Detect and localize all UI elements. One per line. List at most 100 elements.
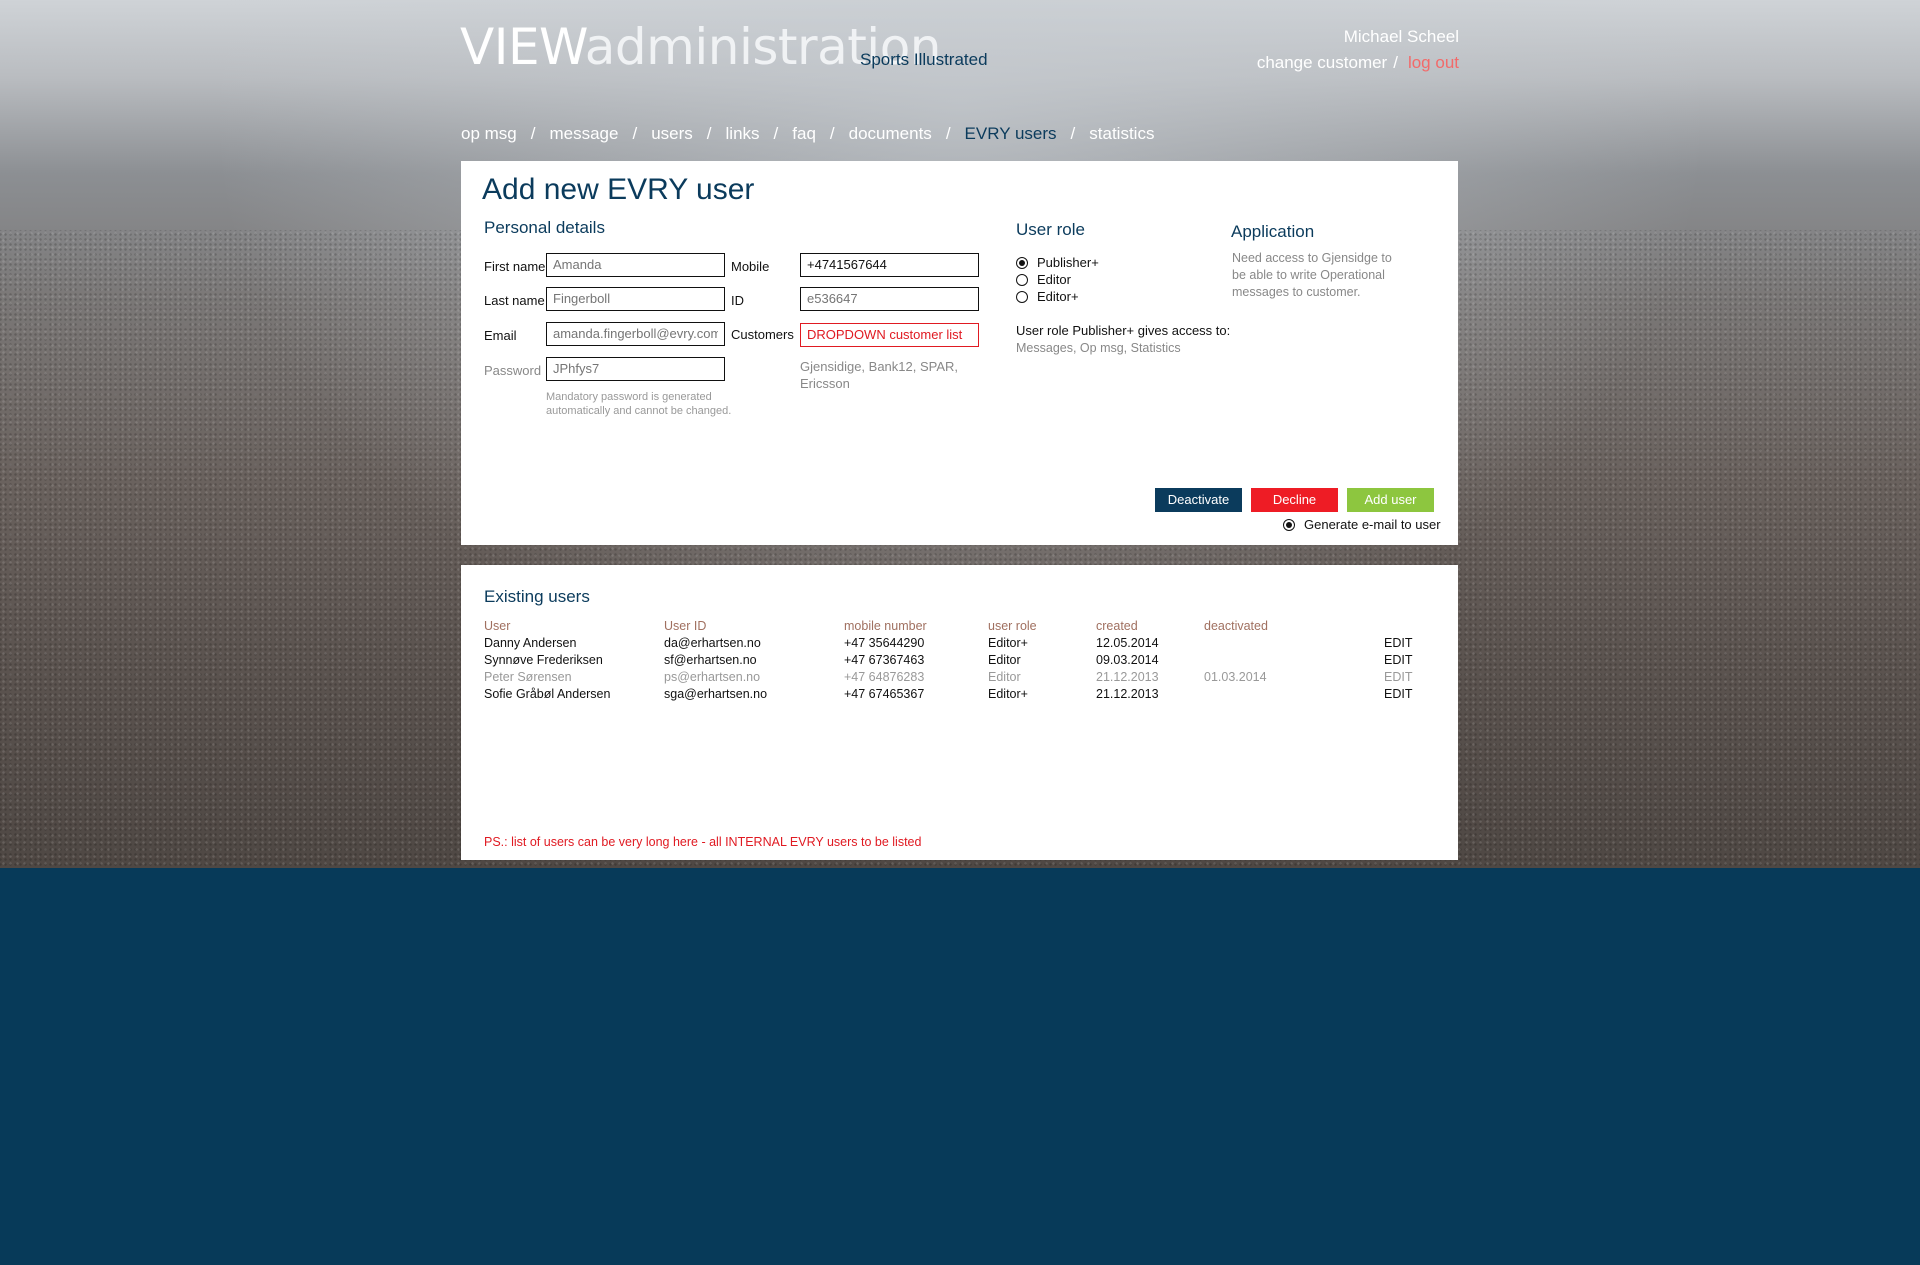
nav-separator: / — [706, 124, 712, 143]
cell-deactivated — [1204, 634, 1384, 651]
first-name-label: First name — [484, 259, 546, 274]
cell-mobile: +47 67367463 — [844, 652, 925, 667]
nav-separator: / — [829, 124, 835, 143]
radio-selected-icon — [1016, 256, 1028, 269]
nav-item-links[interactable]: links — [726, 124, 760, 143]
customers-note-line: Ericsson — [800, 376, 850, 391]
mobile-field[interactable] — [800, 253, 979, 277]
generate-email-label: Generate e-mail to user — [1304, 517, 1441, 532]
cell-user: Sofie Gråbøl Andersen — [484, 686, 611, 701]
nav-item-users[interactable]: users — [651, 124, 693, 143]
user-links: change customer / log out — [1251, 53, 1459, 72]
user-box: Michael Scheel change customer / log out — [1251, 27, 1459, 73]
role-radio-publisher-plus[interactable]: Publisher+ — [1016, 255, 1099, 270]
cell-user: Danny Andersen — [484, 635, 577, 650]
application-text: Need access to Gjensidge to be able to w… — [1232, 250, 1392, 301]
cell-user: Peter Sørensen — [484, 669, 572, 684]
nav-separator: / — [945, 124, 951, 143]
table-row: Danny Andersen da@erhartsen.no +47 35644… — [484, 634, 1444, 651]
customers-dropdown[interactable]: DROPDOWN customer list — [800, 323, 979, 347]
role-label: Editor+ — [1037, 289, 1079, 304]
nav-item-faq[interactable]: faq — [792, 124, 816, 143]
cell-created: 21.12.2013 — [1096, 686, 1159, 701]
role-access-value: Messages, Op msg, Statistics — [1016, 341, 1181, 355]
cell-role: Editor+ — [988, 686, 1028, 701]
nav-item-statistics[interactable]: statistics — [1089, 124, 1154, 143]
password-field[interactable] — [546, 357, 725, 381]
add-user-button[interactable]: Add user — [1347, 488, 1434, 512]
nav-separator: / — [632, 124, 638, 143]
personal-details-heading: Personal details — [484, 218, 605, 237]
last-name-field[interactable] — [546, 287, 725, 311]
column-header: User ID — [664, 618, 707, 633]
cell-role: Editor — [988, 669, 1021, 684]
header-separator: / — [1393, 53, 1398, 72]
password-note-line: automatically and cannot be changed. — [546, 405, 732, 417]
customers-label: Customers — [731, 327, 794, 342]
cell-user-id: da@erhartsen.no — [664, 635, 761, 650]
cell-mobile: +47 35644290 — [844, 635, 925, 650]
edit-link[interactable]: EDIT — [1384, 634, 1444, 651]
cell-deactivated — [1204, 685, 1384, 702]
cell-user-id: sf@erhartsen.no — [664, 652, 757, 667]
email-field[interactable] — [546, 322, 725, 346]
nav-separator: / — [773, 124, 779, 143]
edit-link[interactable]: EDIT — [1384, 651, 1444, 668]
cell-deactivated — [1204, 651, 1384, 668]
password-note-line: Mandatory password is generated — [546, 391, 712, 403]
radio-empty-icon — [1016, 290, 1028, 303]
change-customer-link[interactable]: change customer — [1257, 53, 1387, 72]
decline-button[interactable]: Decline — [1251, 488, 1338, 512]
mobile-label: Mobile — [731, 259, 770, 274]
cell-user-id: ps@erhartsen.no — [664, 669, 761, 684]
log-out-link[interactable]: log out — [1408, 53, 1459, 72]
password-note: Mandatory password is generated automati… — [546, 390, 731, 418]
existing-users-panel: Existing users User User ID mobile numbe… — [461, 565, 1458, 860]
add-user-panel: Add new EVRY user Personal details First… — [461, 161, 1458, 545]
edit-link[interactable]: EDIT — [1384, 668, 1444, 685]
cell-user-id: sga@erhartsen.no — [664, 686, 768, 701]
nav-item-evry-users[interactable]: EVRY users — [965, 124, 1057, 143]
role-radio-editor-plus[interactable]: Editor+ — [1016, 289, 1079, 304]
first-name-field[interactable] — [546, 253, 725, 277]
cell-user: Synnøve Frederiksen — [484, 652, 603, 667]
main-nav: op msg / message / users / links / faq / documents… — [461, 124, 1154, 144]
cell-created: 12.05.2014 — [1096, 635, 1159, 650]
column-header: user role — [988, 618, 1037, 633]
cell-mobile: +47 67465367 — [844, 686, 925, 701]
id-label: ID — [731, 293, 744, 308]
page-title: Add new EVRY user — [482, 173, 755, 206]
generate-email-radio[interactable]: Generate e-mail to user — [1283, 517, 1441, 532]
role-radio-editor[interactable]: Editor — [1016, 272, 1071, 287]
nav-item-message[interactable]: message — [549, 124, 618, 143]
existing-users-heading: Existing users — [484, 587, 590, 606]
table-row: Synnøve Frederiksen sf@erhartsen.no +47 … — [484, 651, 1444, 668]
client-name: Sports Illustrated — [860, 50, 988, 69]
role-label: Editor — [1037, 272, 1071, 287]
cell-deactivated: 01.03.2014 — [1204, 669, 1267, 684]
deactivate-button[interactable]: Deactivate — [1155, 488, 1242, 512]
cell-role: Editor+ — [988, 635, 1028, 650]
edit-link[interactable]: EDIT — [1384, 685, 1444, 702]
id-field[interactable] — [800, 287, 979, 311]
role-access-label: User role Publisher+ gives access to: — [1016, 323, 1231, 338]
background-footer — [0, 868, 1920, 1265]
column-header: mobile number — [844, 618, 927, 633]
nav-item-op-msg[interactable]: op msg — [461, 124, 517, 143]
table-row: Peter Sørensen ps@erhartsen.no +47 64876… — [484, 668, 1444, 685]
application-line: Need access to Gjensidge to — [1232, 251, 1392, 265]
nav-item-documents[interactable]: documents — [849, 124, 932, 143]
password-label: Password — [484, 363, 542, 378]
column-header: User — [484, 618, 511, 633]
customers-note-line: Gjensidige, Bank12, SPAR, — [800, 359, 959, 374]
radio-empty-icon — [1016, 273, 1028, 286]
table-header-row: User User ID mobile number user role cre… — [484, 617, 1444, 634]
column-header: deactivated — [1204, 618, 1268, 633]
application-line: be able to write Operational — [1232, 268, 1385, 282]
user-role-heading: User role — [1016, 220, 1085, 239]
table-row: Sofie Gråbøl Andersen sga@erhartsen.no +… — [484, 685, 1444, 702]
radio-selected-icon — [1283, 518, 1295, 531]
ps-note: PS.: list of users can be very long here… — [484, 835, 922, 849]
column-header — [1384, 617, 1444, 634]
user-name: Michael Scheel — [1343, 27, 1459, 46]
